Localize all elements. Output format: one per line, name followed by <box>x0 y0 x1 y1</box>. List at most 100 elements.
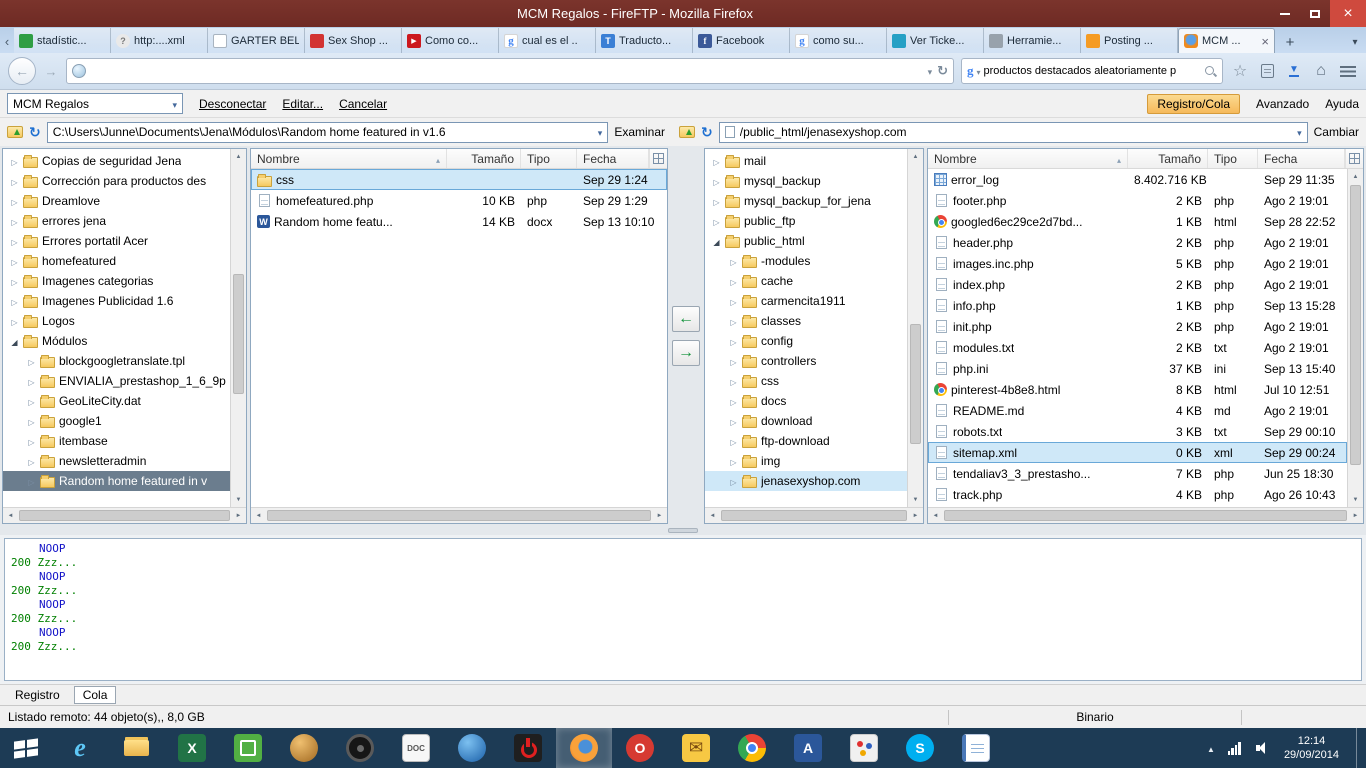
tree-item[interactable]: Imagenes categorias <box>3 271 246 291</box>
scroll-left-icon[interactable]: ◄ <box>3 513 18 519</box>
expander-icon[interactable] <box>712 174 721 188</box>
bookmark-star-icon[interactable] <box>1230 61 1250 81</box>
expander-icon[interactable] <box>27 434 36 448</box>
tree-item[interactable]: classes <box>705 311 923 331</box>
back-button[interactable] <box>8 57 36 85</box>
expander-icon[interactable] <box>10 194 19 208</box>
expander-icon[interactable] <box>729 274 738 288</box>
file-row[interactable]: modules.txt 2 KB txt Ago 2 19:01 <box>928 337 1347 358</box>
panel-splitter[interactable] <box>0 526 1366 535</box>
url-bar[interactable] <box>66 58 954 84</box>
tree-item[interactable]: cache <box>705 271 923 291</box>
expander-icon[interactable] <box>729 414 738 428</box>
taskbar-app[interactable] <box>52 728 108 768</box>
expander-icon[interactable] <box>729 434 738 448</box>
local-tree-horizontal-scrollbar[interactable]: ◄ ► <box>3 507 246 523</box>
disconnect-button[interactable]: Desconectar <box>199 97 266 111</box>
taskbar-app[interactable] <box>220 728 276 768</box>
taskbar-app[interactable] <box>332 728 388 768</box>
tree-item[interactable]: Módulos <box>3 331 246 351</box>
tree-item[interactable]: blockgoogletranslate.tpl <box>3 351 246 371</box>
expander-icon[interactable] <box>729 314 738 328</box>
column-header-size[interactable]: Tamaño <box>447 149 521 168</box>
taskbar-app[interactable] <box>388 728 444 768</box>
downloads-icon[interactable] <box>1284 65 1304 77</box>
column-header-type[interactable]: Tipo <box>521 149 577 168</box>
column-header-date[interactable]: Fecha <box>577 149 649 168</box>
scroll-up-icon[interactable]: ▲ <box>1348 169 1363 184</box>
scroll-down-icon[interactable]: ▼ <box>908 492 923 507</box>
tree-item[interactable]: GeoLiteCity.dat <box>3 391 246 411</box>
taskbar-app[interactable] <box>948 728 1004 768</box>
file-row[interactable]: header.php 2 KB php Ago 2 19:01 <box>928 232 1347 253</box>
scrollbar-thumb[interactable] <box>267 510 651 521</box>
expander-icon[interactable] <box>712 154 721 168</box>
file-row[interactable]: Random home featu... 14 KB docx Sep 13 1… <box>251 211 667 232</box>
expander-icon[interactable] <box>712 234 721 248</box>
help-button[interactable]: Ayuda <box>1325 97 1359 111</box>
local-list-horizontal-scrollbar[interactable]: ◄ ► <box>251 507 667 523</box>
tree-item[interactable]: jenasexyshop.com <box>705 471 923 491</box>
tree-item[interactable]: homefeatured <box>3 251 246 271</box>
tree-item[interactable]: Copias de seguridad Jena <box>3 151 246 171</box>
tree-item[interactable]: public_html <box>705 231 923 251</box>
expander-icon[interactable] <box>27 454 36 468</box>
column-header-name[interactable]: Nombre <box>928 149 1128 168</box>
browser-tab[interactable]: Posting ... <box>1081 28 1178 53</box>
taskbar-app[interactable] <box>892 728 948 768</box>
expander-icon[interactable] <box>27 414 36 428</box>
tree-item[interactable]: itembase <box>3 431 246 451</box>
file-row[interactable]: info.php 1 KB php Sep 13 15:28 <box>928 295 1347 316</box>
tree-item[interactable]: Dreamlove <box>3 191 246 211</box>
tree-item[interactable]: ENVIALIA_prestashop_1_6_9p <box>3 371 246 391</box>
tree-item[interactable]: docs <box>705 391 923 411</box>
tree-item[interactable]: Corrección para productos des <box>3 171 246 191</box>
column-header-name[interactable]: Nombre <box>251 149 447 168</box>
expander-icon[interactable] <box>10 234 19 248</box>
file-row[interactable]: README.md 4 KB md Ago 2 19:01 <box>928 400 1347 421</box>
new-tab-button[interactable] <box>1277 31 1303 53</box>
scroll-left-icon[interactable]: ◄ <box>251 513 266 519</box>
scrollbar-thumb[interactable] <box>944 510 1347 521</box>
clock[interactable]: 12:14 29/09/2014 <box>1284 734 1339 762</box>
tab-close-icon[interactable] <box>1261 35 1269 48</box>
browser-tab[interactable]: Facebook <box>693 28 790 53</box>
expander-icon[interactable] <box>27 354 36 368</box>
expander-icon[interactable] <box>27 374 36 388</box>
remote-parent-directory-icon[interactable] <box>679 126 695 138</box>
tree-item[interactable]: google1 <box>3 411 246 431</box>
scroll-right-icon[interactable]: ► <box>652 513 667 519</box>
tab-cola[interactable]: Cola <box>73 686 117 704</box>
tree-item[interactable]: mail <box>705 151 923 171</box>
browser-tab[interactable]: Herramie... <box>984 28 1081 53</box>
scroll-right-icon[interactable]: ► <box>1348 513 1363 519</box>
browser-tab[interactable]: Como co... <box>402 28 499 53</box>
advanced-button[interactable]: Avanzado <box>1256 97 1309 111</box>
browser-tab[interactable]: cual es el .. <box>499 28 596 53</box>
url-dropdown-icon[interactable] <box>928 64 933 78</box>
scroll-right-icon[interactable]: ► <box>231 513 246 519</box>
search-bar[interactable] <box>961 58 1223 84</box>
scroll-down-icon[interactable]: ▼ <box>231 492 246 507</box>
tree-item[interactable]: img <box>705 451 923 471</box>
browser-tab[interactable]: Sex Shop ... <box>305 28 402 53</box>
log-queue-toggle[interactable]: Registro/Cola <box>1147 93 1241 114</box>
bookmarks-menu-icon[interactable] <box>1257 64 1277 78</box>
taskbar-app[interactable] <box>668 728 724 768</box>
scrollbar-thumb[interactable] <box>721 510 907 521</box>
cancel-button[interactable]: Cancelar <box>339 97 387 111</box>
taskbar-app[interactable] <box>164 728 220 768</box>
file-row[interactable]: homefeatured.php 10 KB php Sep 29 1:29 <box>251 190 667 211</box>
scroll-down-icon[interactable]: ▼ <box>1348 492 1363 507</box>
column-picker-icon[interactable] <box>649 149 667 168</box>
change-button[interactable]: Cambiar <box>1314 125 1359 139</box>
column-header-date[interactable]: Fecha <box>1258 149 1345 168</box>
tree-item[interactable]: newsletteradmin <box>3 451 246 471</box>
parent-directory-icon[interactable] <box>7 126 23 138</box>
splitter-grippy[interactable] <box>668 528 698 533</box>
expander-icon[interactable] <box>729 334 738 348</box>
close-icon[interactable] <box>1330 0 1366 27</box>
local-path-select[interactable]: C:\Users\Junne\Documents\Jena\Módulos\Ra… <box>46 121 609 143</box>
taskbar-app[interactable] <box>724 728 780 768</box>
scrollbar-thumb[interactable] <box>1350 185 1361 465</box>
